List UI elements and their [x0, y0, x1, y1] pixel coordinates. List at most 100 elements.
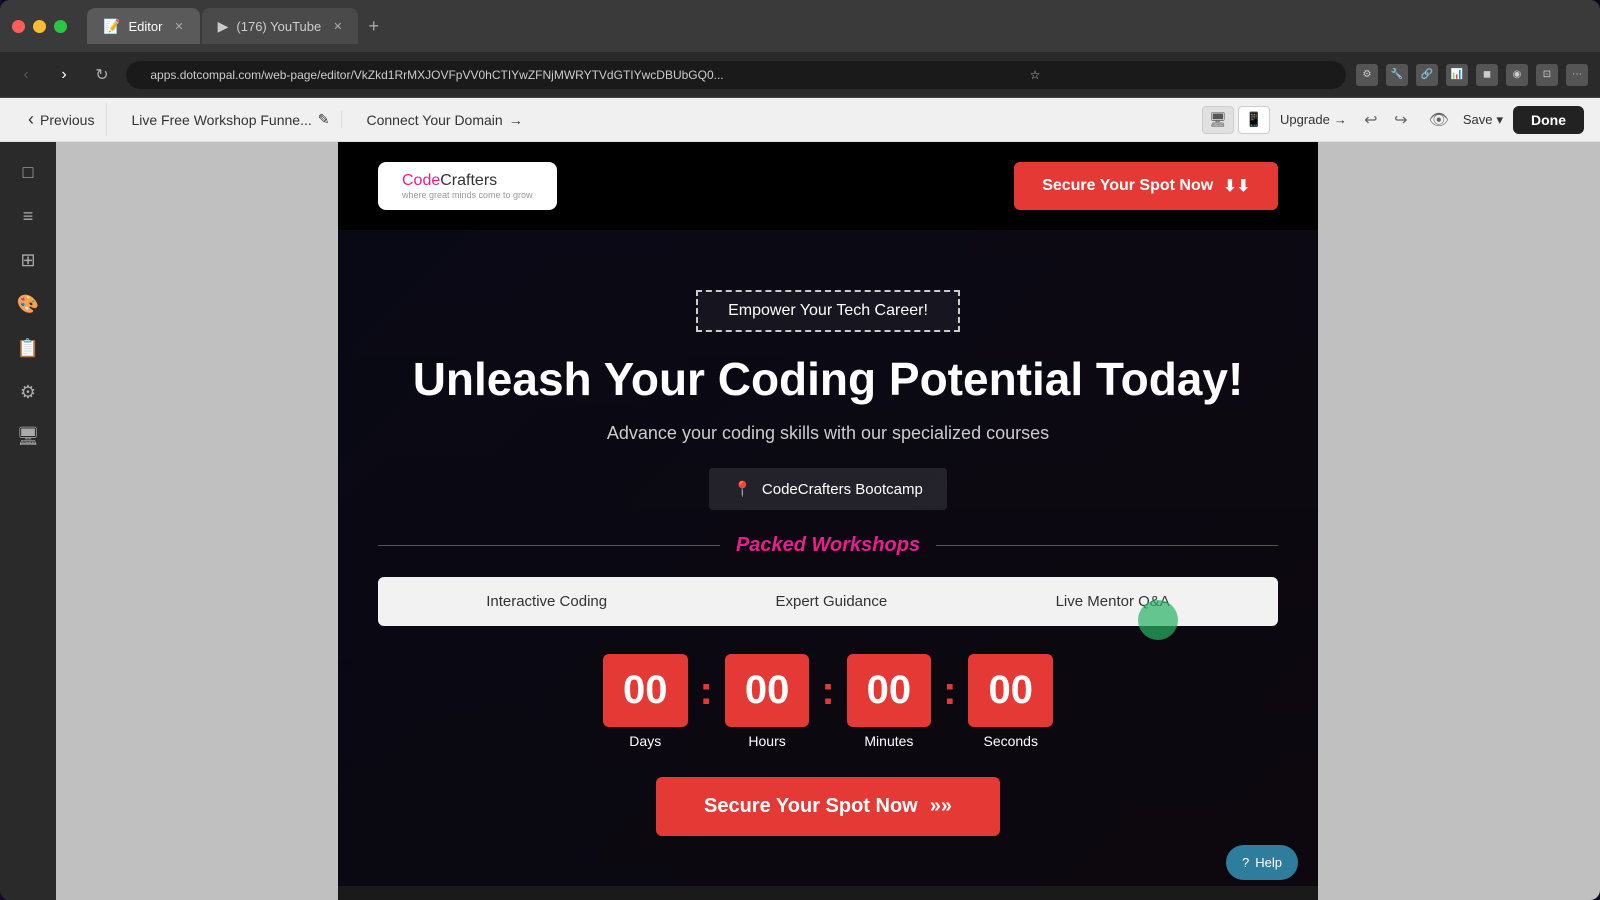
canvas-area[interactable]: CodeCrafters where great minds come to g… — [56, 142, 1600, 900]
sidebar-layers-icon[interactable]: □ — [10, 154, 46, 190]
help-circle-icon: ? — [1242, 855, 1249, 870]
packed-section: Packed Workshops — [378, 534, 1278, 557]
countdown-minutes-value: 00 — [847, 654, 932, 727]
previous-button[interactable]: Previous — [16, 103, 107, 136]
funnel-name-text: Live Free Workshop Funne... — [131, 112, 311, 128]
browser-window: 📝 Editor ✕ ▶ (176) YouTube ✕ + ‹ › ↻ app… — [0, 0, 1600, 900]
toolbar-right: 🖥 📱 Upgrade → ↩ ↪ 👁 Save ▾ Done — [1202, 106, 1584, 134]
empower-badge: Empower Your Tech Career! — [696, 290, 960, 332]
tab-editor[interactable]: 📝 Editor ✕ — [87, 8, 200, 44]
feature-expert-guidance: Expert Guidance — [775, 593, 887, 610]
domain-label: Connect Your Domain — [366, 112, 502, 128]
nav-extension-icons: ⚙ 🔧 🔗 📊 ◼ ◉ ⊡ ⋯ — [1356, 64, 1588, 86]
mobile-view-button[interactable]: 📱 — [1238, 106, 1270, 134]
page-preview: CodeCrafters where great minds come to g… — [338, 142, 1318, 900]
countdown-days-label: Days — [629, 733, 661, 749]
back-button[interactable]: ‹ — [12, 61, 40, 89]
location-label: CodeCrafters Bootcamp — [762, 481, 923, 498]
funnel-edit-icon[interactable]: ✎ — [318, 111, 330, 128]
countdown-minutes-label: Minutes — [864, 733, 913, 749]
sidebar-settings-icon[interactable]: ⚙ — [10, 374, 46, 410]
sidebar-sections-icon[interactable]: ≡ — [10, 198, 46, 234]
countdown-minutes: 00 Minutes — [847, 654, 932, 749]
tab-youtube-close[interactable]: ✕ — [333, 20, 342, 33]
close-button[interactable] — [12, 20, 25, 33]
extension-icon-3[interactable]: 🔗 — [1416, 64, 1438, 86]
minimize-button[interactable] — [33, 20, 46, 33]
main-cta-icon: »» — [930, 795, 952, 818]
tab-youtube-favicon: ▶ — [218, 18, 229, 35]
empower-badge-text: Empower Your Tech Career! — [728, 302, 928, 319]
editor-toolbar: Previous Live Free Workshop Funne... ✎ C… — [0, 98, 1600, 142]
main-cta-label: Secure Your Spot Now — [704, 795, 918, 818]
tab-youtube[interactable]: ▶ (176) YouTube ✕ — [202, 8, 359, 44]
upgrade-button[interactable]: Upgrade → — [1280, 112, 1347, 127]
view-toggle: 🖥 📱 — [1202, 106, 1270, 134]
upgrade-arrow-icon: → — [1334, 112, 1347, 127]
extension-icon-7[interactable]: ⊡ — [1536, 64, 1558, 86]
extension-icon-6[interactable]: ◉ — [1506, 64, 1528, 86]
connect-domain-link[interactable]: Connect Your Domain → — [354, 112, 534, 128]
hero-section: Empower Your Tech Career! Unleash Your C… — [338, 230, 1318, 886]
packed-label: Packed Workshops — [736, 534, 920, 557]
extension-icon-5[interactable]: ◼ — [1476, 64, 1498, 86]
extension-icon-1[interactable]: ⚙ — [1356, 64, 1378, 86]
hero-title: Unleash Your Coding Potential Today! — [378, 352, 1278, 407]
traffic-lights — [12, 20, 67, 33]
save-dropdown-icon: ▾ — [1496, 112, 1503, 128]
editor-main: □ ≡ ⊞ 🎨 📋 ⚙ 🖥 CodeCrafters where great m… — [0, 142, 1600, 900]
refresh-button[interactable]: ↻ — [88, 61, 116, 89]
extension-icon-4[interactable]: 📊 — [1446, 64, 1468, 86]
feature-interactive-coding: Interactive Coding — [486, 593, 607, 610]
preview-button[interactable]: 👁 — [1425, 106, 1453, 134]
header-cta-label: Secure Your Spot Now — [1042, 177, 1213, 195]
extension-icon-2[interactable]: 🔧 — [1386, 64, 1408, 86]
packed-right-line — [936, 545, 1278, 546]
bookmark-icon[interactable]: ☆ — [736, 68, 1334, 82]
new-tab-button[interactable]: + — [360, 16, 387, 37]
tab-editor-favicon: 📝 — [103, 18, 120, 35]
sidebar-pages-icon[interactable]: 📋 — [10, 330, 46, 366]
redo-button[interactable]: ↪ — [1387, 106, 1415, 134]
countdown-seconds-value: 00 — [968, 654, 1053, 727]
tab-editor-close[interactable]: ✕ — [174, 20, 183, 33]
main-cta-button[interactable]: Secure Your Spot Now »» — [656, 777, 1000, 836]
save-button[interactable]: Save ▾ — [1463, 112, 1503, 128]
cursor-indicator — [1138, 600, 1178, 640]
desktop-view-button[interactable]: 🖥 — [1202, 106, 1234, 134]
page-header: CodeCrafters where great minds come to g… — [338, 142, 1318, 230]
previous-label: Previous — [40, 112, 94, 128]
countdown-hours-label: Hours — [748, 733, 785, 749]
forward-button[interactable]: › — [50, 61, 78, 89]
tab-editor-label: Editor — [128, 19, 162, 34]
more-icon[interactable]: ⋯ — [1566, 64, 1588, 86]
logo-tagline: where great minds come to grow — [402, 190, 533, 200]
page-footer: © 2025. All rights reserved to Saglus In… — [338, 886, 1318, 900]
header-cta-icon: ⬇⬇ — [1223, 176, 1250, 196]
countdown-timer: 00 Days : 00 Hours : 00 Minutes — [378, 654, 1278, 749]
url-bar[interactable]: apps.dotcompal.com/web-page/editor/VkZkd… — [126, 61, 1346, 89]
sidebar-design-icon[interactable]: 🎨 — [10, 286, 46, 322]
logo-crafters-text: Crafters — [440, 172, 497, 189]
countdown-sep-1: : — [700, 669, 713, 714]
countdown-hours-value: 00 — [725, 654, 810, 727]
countdown-hours: 00 Hours — [725, 654, 810, 749]
help-button[interactable]: ? Help — [1226, 845, 1298, 880]
help-label: Help — [1255, 855, 1282, 870]
domain-arrow-icon: → — [509, 112, 523, 128]
done-button[interactable]: Done — [1513, 106, 1584, 134]
url-text: apps.dotcompal.com/web-page/editor/VkZkd… — [138, 68, 736, 82]
countdown-seconds: 00 Seconds — [968, 654, 1053, 749]
left-sidebar: □ ≡ ⊞ 🎨 📋 ⚙ 🖥 — [0, 142, 56, 900]
undo-button[interactable]: ↩ — [1357, 106, 1385, 134]
maximize-button[interactable] — [54, 20, 67, 33]
sidebar-responsive-icon[interactable]: 🖥 — [10, 418, 46, 454]
logo-box: CodeCrafters where great minds come to g… — [378, 162, 557, 210]
funnel-name[interactable]: Live Free Workshop Funne... ✎ — [119, 111, 342, 128]
header-cta-button[interactable]: Secure Your Spot Now ⬇⬇ — [1014, 162, 1278, 210]
countdown-days: 00 Days — [603, 654, 688, 749]
sidebar-blocks-icon[interactable]: ⊞ — [10, 242, 46, 278]
navbar: ‹ › ↻ apps.dotcompal.com/web-page/editor… — [0, 52, 1600, 98]
upgrade-label: Upgrade — [1280, 112, 1330, 127]
countdown-sep-2: : — [821, 669, 834, 714]
